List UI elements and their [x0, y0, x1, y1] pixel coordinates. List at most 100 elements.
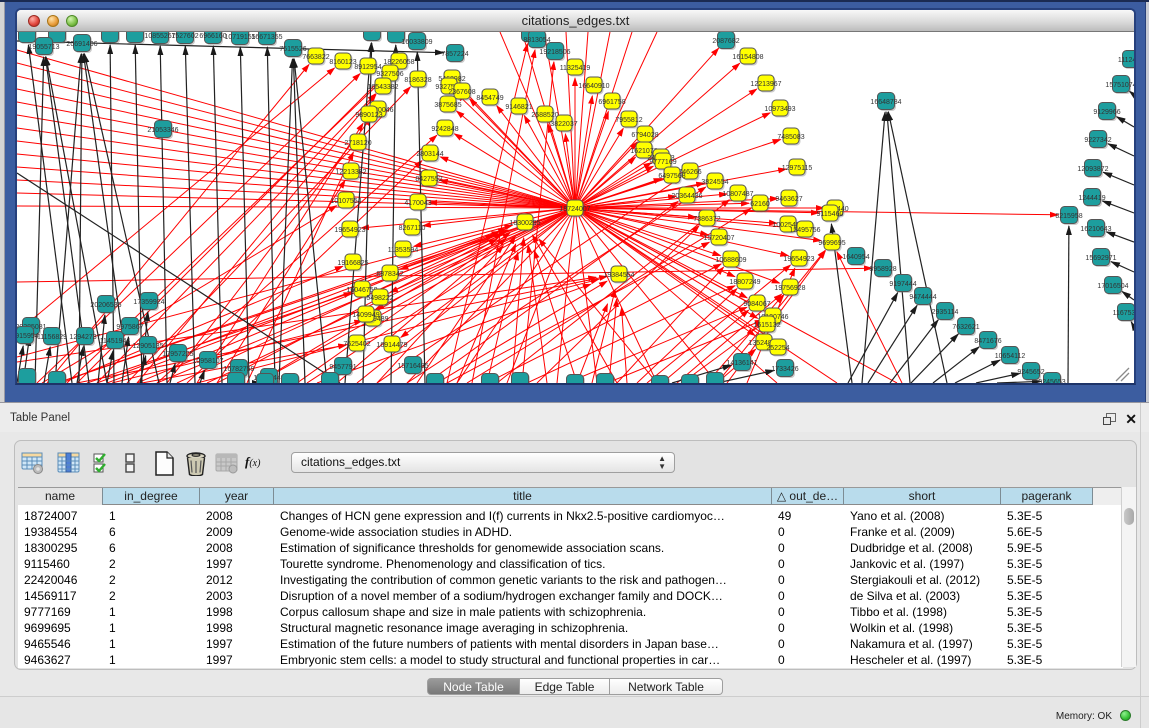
svg-text:19384554: 19384554: [603, 272, 634, 279]
svg-text:9463627: 9463627: [775, 196, 802, 203]
svg-text:17957225: 17957225: [162, 351, 193, 358]
svg-text:19654923: 19654923: [783, 256, 814, 263]
svg-text:9242848: 9242848: [431, 126, 458, 133]
svg-text:6966160: 6966160: [199, 33, 226, 40]
svg-text:3822037: 3822037: [550, 121, 577, 128]
svg-text:16210643: 16210643: [1080, 226, 1111, 233]
svg-text:8160123: 8160123: [329, 59, 356, 66]
svg-text:252254: 252254: [766, 345, 789, 352]
svg-text:9777169: 9777169: [649, 159, 676, 166]
svg-text:19654923: 19654923: [334, 227, 365, 234]
svg-text:15720407: 15720407: [703, 235, 734, 242]
svg-text:8215958: 8215958: [1055, 213, 1082, 220]
svg-text:19756928: 19756928: [774, 285, 805, 292]
svg-text:6961758: 6961758: [598, 99, 625, 106]
svg-text:7485083: 7485083: [777, 134, 804, 141]
svg-text:8912954: 8912954: [354, 64, 381, 71]
svg-text:16914479: 16914479: [376, 342, 407, 349]
svg-text:19218506: 19218506: [539, 49, 570, 56]
svg-text:7632621: 7632621: [952, 324, 979, 331]
svg-text:5498222: 5498222: [366, 295, 393, 302]
svg-text:16154808: 16154808: [732, 54, 763, 61]
svg-text:16033809: 16033809: [401, 39, 432, 46]
svg-text:12905135: 12905135: [132, 343, 163, 350]
svg-text:9227342: 9227342: [1084, 137, 1111, 144]
svg-text:18724007: 18724007: [559, 206, 590, 213]
svg-text:2087682: 2087682: [712, 38, 739, 45]
svg-text:2367608: 2367608: [448, 89, 475, 96]
svg-text:15716485: 15716485: [397, 363, 428, 370]
svg-text:18300295: 18300295: [509, 220, 540, 227]
svg-text:8267110: 8267110: [399, 225, 426, 232]
svg-text:9890123: 9890123: [355, 112, 382, 119]
svg-text:7955812: 7955812: [615, 117, 642, 124]
svg-text:12213382: 12213382: [335, 169, 366, 176]
svg-text:12093872: 12093872: [1077, 166, 1108, 173]
svg-text:7515526: 7515526: [279, 46, 306, 53]
svg-text:14136141: 14136141: [726, 360, 757, 367]
svg-text:9245652: 9245652: [1017, 369, 1044, 376]
svg-text:16671355: 16671355: [251, 34, 282, 41]
svg-text:12942737: 12942737: [69, 334, 100, 341]
svg-text:8454749: 8454749: [476, 95, 503, 102]
svg-text:2588520: 2588520: [531, 112, 558, 119]
svg-text:20691406: 20691406: [66, 41, 97, 48]
svg-text:9699695: 9699695: [818, 240, 845, 247]
svg-text:8471676: 8471676: [974, 338, 1001, 345]
svg-text:3915954: 3915954: [17, 333, 39, 340]
svg-text:2935114: 2935114: [932, 309, 959, 316]
svg-text:1409949: 1409949: [352, 312, 379, 319]
svg-text:9457791: 9457791: [329, 364, 356, 371]
svg-text:10973493: 10973493: [764, 106, 795, 113]
svg-text:16782759: 16782759: [223, 366, 254, 373]
svg-text:20206536: 20206536: [90, 302, 121, 309]
svg-text:15751074: 15751074: [1105, 82, 1134, 89]
svg-text:62160: 62160: [750, 201, 770, 208]
svg-text:12975115: 12975115: [782, 165, 813, 172]
svg-text:8186328: 8186328: [404, 77, 431, 84]
svg-text:10107554: 10107554: [330, 198, 361, 205]
svg-text:9129966: 9129966: [1093, 109, 1120, 116]
svg-text:1167533: 1167533: [1113, 310, 1134, 317]
svg-text:1112456: 1112456: [1118, 57, 1134, 64]
svg-text:9084067: 9084067: [743, 301, 770, 308]
svg-text:7663822: 7663822: [302, 54, 329, 61]
svg-text:17016504: 17016504: [1097, 283, 1128, 290]
svg-text:2803144: 2803144: [416, 151, 443, 158]
svg-text:1527602: 1527602: [171, 33, 198, 40]
svg-text:19166825: 19166825: [337, 260, 368, 267]
svg-text:7857224: 7857224: [441, 51, 468, 58]
svg-text:10958107: 10958107: [192, 358, 223, 365]
svg-text:10688609: 10688609: [715, 257, 746, 264]
svg-text:6497568: 6497568: [658, 173, 685, 180]
svg-text:19055713: 19055713: [28, 44, 59, 51]
svg-text:8813054: 8813054: [523, 37, 550, 44]
svg-text:3824554: 3824554: [701, 179, 728, 186]
svg-text:10654112: 10654112: [995, 353, 1026, 360]
svg-text:11325419: 11325419: [560, 65, 591, 72]
svg-text:9474444: 9474444: [909, 294, 936, 301]
svg-text:15495756: 15495756: [789, 227, 820, 234]
svg-text:16543382: 16543382: [367, 84, 398, 91]
svg-text:2718120: 2718120: [344, 140, 371, 147]
svg-text:10807487: 10807487: [722, 191, 753, 198]
svg-text:16640910: 16640910: [578, 83, 609, 90]
svg-text:16648784: 16648784: [870, 99, 901, 106]
svg-text:3875685: 3875685: [434, 102, 461, 109]
svg-text:1733426: 1733426: [771, 366, 798, 373]
svg-text:4170043: 4170043: [404, 200, 431, 207]
svg-text:15692971: 15692971: [1085, 255, 1116, 262]
svg-text:9197444: 9197444: [889, 281, 916, 288]
svg-text:8878342: 8878342: [376, 271, 403, 278]
svg-text:12213967: 12213967: [750, 81, 781, 88]
svg-text:17359924: 17359924: [133, 299, 164, 306]
svg-text:11353594: 11353594: [388, 247, 419, 254]
svg-text:8958928: 8958928: [869, 266, 896, 273]
svg-text:21053346: 21053346: [147, 127, 178, 134]
svg-text:9115460: 9115460: [817, 211, 844, 218]
svg-text:9975867: 9975867: [116, 324, 143, 331]
svg-text:1244419: 1244419: [1078, 195, 1105, 202]
svg-text:20364436: 20364436: [671, 193, 702, 200]
svg-text:6794028: 6794028: [631, 132, 658, 139]
svg-text:8427552: 8427552: [415, 176, 442, 183]
